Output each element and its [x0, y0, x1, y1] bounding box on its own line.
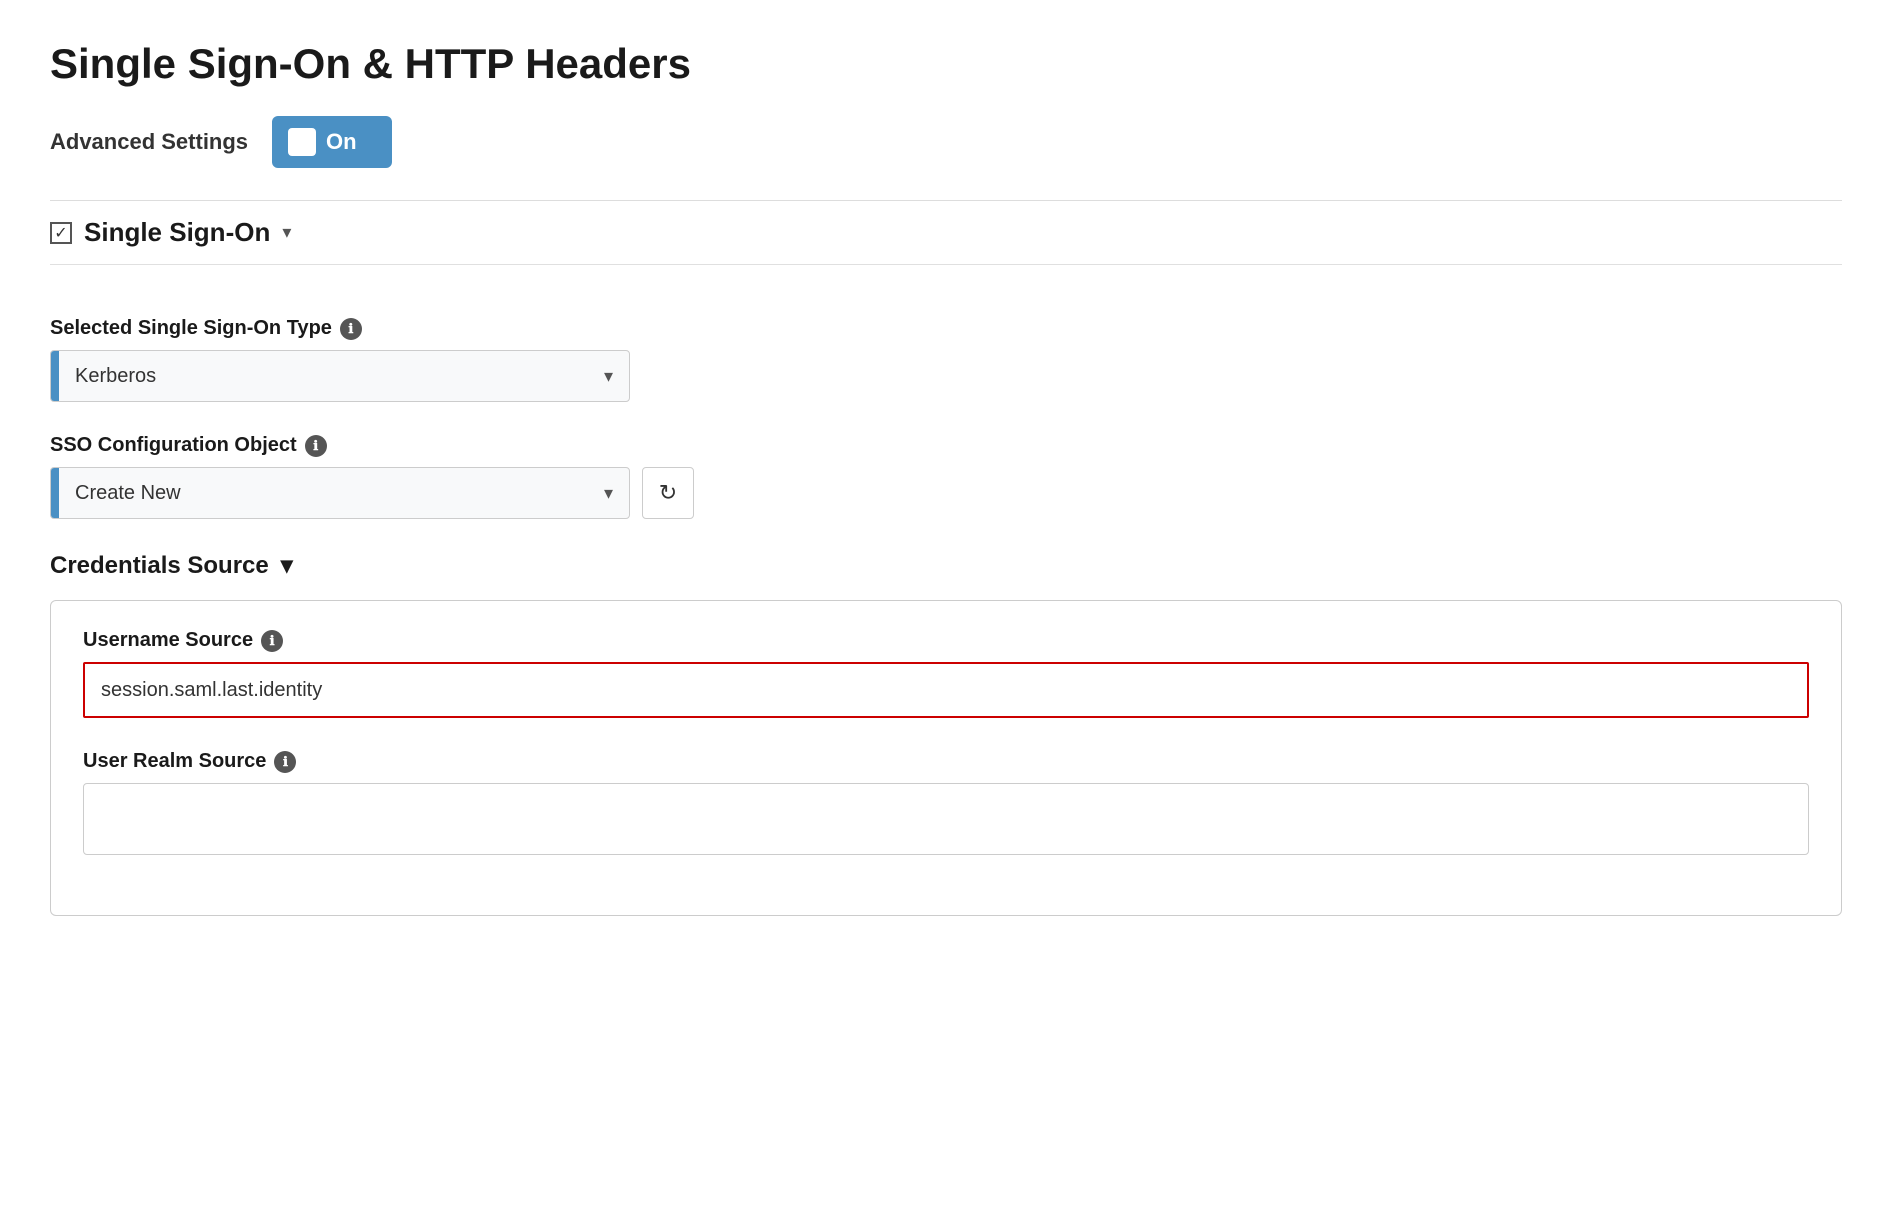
- sso-section-title: Single Sign-On: [84, 217, 270, 248]
- advanced-settings-toggle[interactable]: On: [272, 116, 392, 168]
- user-realm-source-input[interactable]: [83, 783, 1809, 855]
- user-realm-source-label: User Realm Source ℹ: [83, 750, 1809, 773]
- select-left-bar-2: [51, 468, 59, 518]
- sso-type-field-group: Selected Single Sign-On Type ℹ Kerberos …: [50, 317, 1842, 402]
- toggle-label: On: [326, 129, 357, 155]
- refresh-icon: ↻: [659, 480, 677, 506]
- username-source-info-icon[interactable]: ℹ: [261, 630, 283, 652]
- checkmark-icon: ✓: [54, 223, 67, 243]
- sso-section-content: Selected Single Sign-On Type ℹ Kerberos …: [50, 297, 1842, 916]
- credentials-title: Credentials Source: [50, 552, 269, 580]
- credentials-header: Credentials Source ▾: [50, 551, 1842, 580]
- refresh-button[interactable]: ↻: [642, 467, 694, 519]
- sso-section-header: ✓ Single Sign-On ▾: [50, 200, 1842, 264]
- sso-type-info-icon[interactable]: ℹ: [340, 318, 362, 340]
- sso-chevron-down-icon[interactable]: ▾: [282, 222, 291, 243]
- credentials-section: Credentials Source ▾ Username Source ℹ U…: [50, 551, 1842, 916]
- sso-type-label-text: Selected Single Sign-On Type: [50, 317, 332, 340]
- sso-config-label: SSO Configuration Object ℹ: [50, 434, 1842, 457]
- sso-config-chevron-icon: ▾: [588, 483, 629, 504]
- username-source-label: Username Source ℹ: [83, 629, 1809, 652]
- user-realm-source-label-text: User Realm Source: [83, 750, 266, 773]
- select-left-bar: [51, 351, 59, 401]
- advanced-settings-label: Advanced Settings: [50, 129, 248, 155]
- sso-config-label-text: SSO Configuration Object: [50, 434, 297, 457]
- sso-type-chevron-icon: ▾: [588, 366, 629, 387]
- sso-config-info-icon[interactable]: ℹ: [305, 435, 327, 457]
- username-source-input[interactable]: [83, 662, 1809, 718]
- user-realm-source-info-icon[interactable]: ℹ: [274, 751, 296, 773]
- sso-config-value: Create New: [59, 482, 588, 505]
- sso-config-select[interactable]: Create New ▾: [50, 467, 630, 519]
- credentials-box: Username Source ℹ User Realm Source ℹ: [50, 600, 1842, 916]
- sso-type-label: Selected Single Sign-On Type ℹ: [50, 317, 1842, 340]
- sso-config-field-group: SSO Configuration Object ℹ Create New ▾ …: [50, 434, 1842, 519]
- sso-config-select-wrapper: Create New ▾ ↻: [50, 467, 1842, 519]
- sso-type-select-wrapper: Kerberos ▾: [50, 350, 1842, 402]
- sso-type-select[interactable]: Kerberos ▾: [50, 350, 630, 402]
- section-divider: [50, 264, 1842, 265]
- credentials-chevron-icon[interactable]: ▾: [281, 551, 293, 580]
- toggle-knob: [288, 128, 316, 156]
- sso-type-value: Kerberos: [59, 365, 588, 388]
- sso-checkbox[interactable]: ✓: [50, 222, 72, 244]
- username-source-field-group: Username Source ℹ: [83, 629, 1809, 718]
- username-source-label-text: Username Source: [83, 629, 253, 652]
- page-title: Single Sign-On & HTTP Headers: [50, 40, 1842, 88]
- advanced-settings-row: Advanced Settings On: [50, 116, 1842, 168]
- user-realm-source-field-group: User Realm Source ℹ: [83, 750, 1809, 855]
